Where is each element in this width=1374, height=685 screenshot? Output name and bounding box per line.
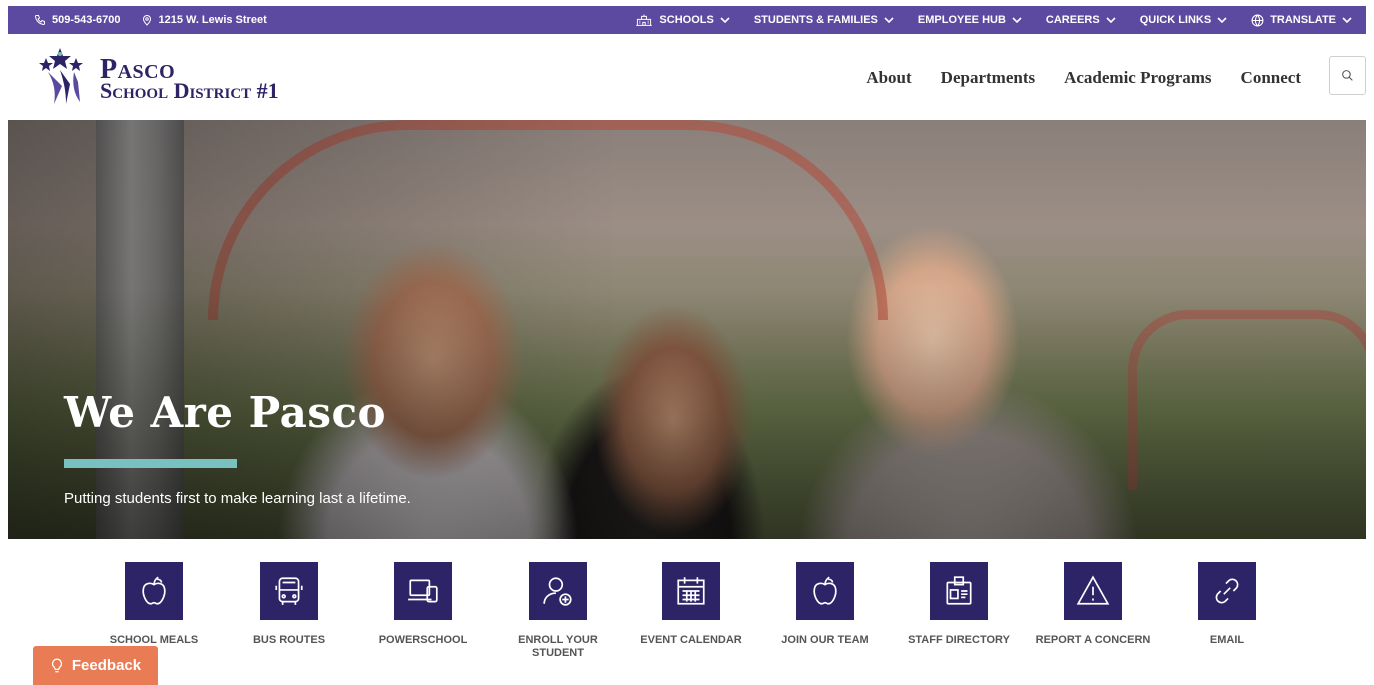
quick-link-staff-directory[interactable]: STAFF DIRECTORY — [899, 562, 1019, 647]
quick-link-bus-routes[interactable]: BUS ROUTES — [229, 562, 349, 647]
nav-departments[interactable]: Departments — [941, 68, 1035, 88]
link-icon — [1215, 578, 1239, 604]
chevron-down-icon — [720, 17, 730, 24]
topnav-quick-links[interactable]: QUICK LINKS — [1140, 14, 1228, 26]
address-text: 1215 W. Lewis Street — [158, 14, 267, 26]
topnav-students-families[interactable]: STUDENTS & FAMILIES — [754, 14, 894, 26]
topnav-translate-label: TRANSLATE — [1270, 14, 1336, 26]
id-badge-icon — [946, 576, 972, 605]
user-add-icon — [543, 577, 572, 606]
address-link[interactable]: 1215 W. Lewis Street — [141, 14, 267, 26]
warning-icon — [1076, 575, 1110, 605]
quick-link-join-our-team[interactable]: JOIN OUR TEAM — [765, 562, 885, 647]
quick-link-label: POWERSCHOOL — [378, 634, 468, 646]
lightbulb-icon — [51, 658, 62, 672]
apple-icon — [142, 576, 166, 605]
district-logo[interactable]: Pasco School District #1 — [38, 46, 279, 106]
phone-icon — [34, 15, 45, 26]
search-icon — [1342, 70, 1353, 81]
quick-link-label: BUS ROUTES — [252, 634, 326, 646]
topnav-employee-hub-label: EMPLOYEE HUB — [917, 14, 1006, 26]
site-header: Pasco School District #1 About Departmen… — [8, 34, 1366, 120]
quick-link-powerschool[interactable]: POWERSCHOOL — [363, 562, 483, 647]
topnav-students-families-label: STUDENTS & FAMILIES — [753, 14, 878, 26]
quick-link-label: STAFF DIRECTORY — [908, 634, 1010, 646]
quick-link-label: EVENT CALENDAR — [640, 634, 742, 646]
chevron-down-icon — [1012, 17, 1022, 24]
quick-link-email[interactable]: EMAIL — [1167, 562, 1287, 647]
phone-number: 509-543-6700 — [52, 14, 121, 26]
quick-link-event-calendar[interactable]: EVENT CALENDAR — [631, 562, 751, 647]
chevron-down-icon — [1217, 17, 1227, 24]
topnav-translate[interactable]: TRANSLATE — [1251, 14, 1352, 27]
chevron-down-icon — [1106, 17, 1116, 24]
quick-link-label: JOIN OUR TEAM — [781, 634, 869, 646]
quick-link-label: ENROLL YOUR STUDENT — [518, 634, 598, 659]
main-nav: About Departments Academic Programs Conn… — [866, 68, 1301, 88]
utility-bar: 509-543-6700 1215 W. Lewis Street SCHOOL… — [8, 6, 1366, 34]
search-button[interactable] — [1329, 56, 1366, 95]
hero-title: We Are Pasco — [64, 388, 387, 437]
nav-about[interactable]: About — [866, 68, 911, 88]
quick-link-report-a-concern[interactable]: REPORT A CONCERN — [1033, 562, 1153, 647]
map-pin-icon — [142, 15, 151, 26]
stars-logo-icon — [39, 48, 83, 104]
topnav-careers-label: CAREERS — [1045, 14, 1100, 26]
hero-banner: We Are Pasco Putting students first to m… — [8, 120, 1366, 539]
topnav-quick-links-label: QUICK LINKS — [1139, 14, 1212, 26]
topnav-schools-label: SCHOOLS — [659, 14, 714, 26]
hero-accent-bar — [64, 459, 237, 468]
topnav-employee-hub[interactable]: EMPLOYEE HUB — [918, 14, 1022, 26]
hero-tagline: Putting students first to make learning … — [64, 490, 411, 507]
phone-link[interactable]: 509-543-6700 — [34, 14, 121, 26]
quick-link-school-meals[interactable]: SCHOOL MEALS — [94, 562, 214, 647]
nav-connect[interactable]: Connect — [1241, 68, 1301, 88]
topnav-schools[interactable]: SCHOOLS — [635, 14, 730, 26]
hero-overlay — [8, 120, 1366, 539]
chevron-down-icon — [884, 17, 894, 24]
apple-icon — [813, 576, 837, 605]
quick-link-label: EMAIL — [1209, 634, 1245, 646]
quick-links: SCHOOL MEALS BUS ROUTES POWERSCHOOL ENRO… — [0, 562, 1374, 685]
nav-academic-programs[interactable]: Academic Programs — [1064, 68, 1211, 88]
feedback-button[interactable]: Feedback — [33, 646, 158, 685]
chevron-down-icon — [1342, 17, 1352, 24]
quick-link-enroll-your-student[interactable]: ENROLL YOUR STUDENT — [498, 562, 618, 660]
computer-icon — [408, 579, 438, 603]
school-icon — [636, 14, 653, 26]
topnav-careers[interactable]: CAREERS — [1046, 14, 1116, 26]
bus-icon — [275, 577, 303, 605]
quick-link-label: REPORT A CONCERN — [1035, 634, 1151, 646]
logo-line-2: School District #1 — [100, 78, 279, 103]
feedback-label: Feedback — [71, 657, 142, 674]
globe-icon — [1251, 14, 1264, 26]
calendar-icon — [677, 577, 705, 605]
